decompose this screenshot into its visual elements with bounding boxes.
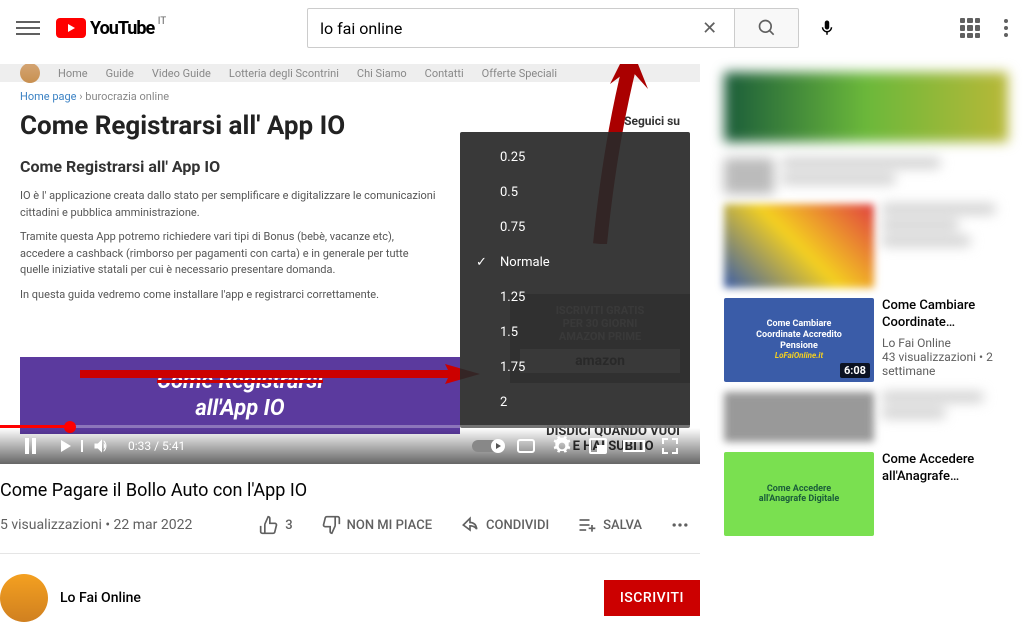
captions-icon [516, 436, 536, 456]
speed-option[interactable]: 0.25 [460, 140, 690, 175]
arrow-right-annotation [80, 364, 480, 384]
dislike-button[interactable]: NON MI PIACE [311, 509, 442, 541]
sidebar: Come Cambiare Coordinate Accredito Pensi… [724, 64, 1008, 634]
save-button[interactable]: SALVA [567, 509, 652, 541]
microphone-icon [818, 19, 836, 37]
next-button[interactable] [48, 428, 84, 464]
speed-option[interactable]: 0.5 [460, 175, 690, 210]
video-duration: 6:08 [840, 363, 870, 378]
more-horizontal-icon [670, 515, 690, 535]
channel-row: Lo Fai Online ISCRIVITI [0, 562, 700, 634]
speed-option[interactable]: 2 [460, 385, 690, 420]
clear-search-button[interactable]: ✕ [702, 18, 722, 38]
speed-option[interactable]: 0.75 [460, 210, 690, 245]
like-button[interactable]: 3 [249, 509, 302, 541]
sidebar-video-title: Come Cambiare Coordinate Pagamento Pensi… [882, 298, 1008, 332]
region-code: IT [158, 16, 167, 27]
volume-icon [92, 436, 112, 456]
share-button[interactable]: CONDIVIDI [450, 509, 559, 541]
logo-text: YouTube [90, 18, 154, 39]
article-paragraph: Tramite questa App potremo richiedere va… [0, 225, 460, 283]
header: YouTube IT ✕ [0, 0, 1024, 56]
sidebar-video-channel: Lo Fai Online [882, 336, 1008, 350]
apps-button[interactable] [960, 18, 980, 38]
sidebar-video[interactable]: Come Accedere all'Anagrafe Digitale Come… [724, 452, 1008, 536]
thumbs-down-icon [321, 515, 341, 535]
sidebar-video-title: Come Accedere all'Anagrafe Nazionale Dig… [882, 452, 1008, 486]
thumbs-up-icon [259, 515, 279, 535]
fullscreen-button[interactable] [652, 428, 688, 464]
share-icon [460, 515, 480, 535]
speed-option[interactable]: 1.5 [460, 315, 690, 350]
speed-option[interactable]: 1.75 [460, 350, 690, 385]
sidebar-video-meta: 43 visualizzazioni • 2 settimane [882, 350, 1008, 378]
more-actions-button[interactable] [660, 509, 700, 541]
video-thumbnail [724, 392, 874, 442]
autoplay-icon [472, 438, 508, 454]
time-display: 0:33 / 5:41 [128, 439, 185, 453]
channel-name[interactable]: Lo Fai Online [60, 590, 141, 606]
video-player[interactable]: Home Guide Video Guide Lotteria degli Sc… [0, 64, 700, 464]
video-info: Come Pagare il Bollo Auto con l'App IO 5… [0, 464, 700, 562]
sidebar-ad[interactable] [724, 72, 1008, 142]
captions-button[interactable] [508, 428, 544, 464]
search-button[interactable] [735, 8, 799, 48]
youtube-play-icon [56, 18, 86, 38]
video-thumbnail [724, 204, 874, 288]
site-logo-icon [20, 64, 40, 83]
theater-icon [622, 436, 646, 456]
more-options-button[interactable] [1004, 19, 1008, 37]
gear-icon [552, 436, 572, 456]
volume-button[interactable] [84, 428, 120, 464]
pause-button[interactable] [12, 428, 48, 464]
video-meta: 5 visualizzazioni • 22 mar 2022 [0, 517, 192, 533]
search-input[interactable] [320, 19, 702, 38]
menu-button[interactable] [16, 16, 40, 40]
speed-option-selected[interactable]: Normale [460, 245, 690, 280]
playback-speed-menu: 0.25 0.5 0.75 Normale 1.25 1.5 1.75 2 [460, 132, 690, 428]
channel-avatar[interactable] [0, 574, 48, 622]
sidebar-video[interactable] [724, 392, 1008, 442]
sidebar-item[interactable] [724, 158, 1008, 194]
search-icon [757, 18, 777, 38]
sidebar-video[interactable]: Come Cambiare Coordinate Accredito Pensi… [724, 298, 1008, 382]
search-box[interactable]: ✕ [307, 8, 735, 48]
speed-option[interactable]: 1.25 [460, 280, 690, 315]
fullscreen-icon [660, 436, 680, 456]
youtube-logo[interactable]: YouTube IT [56, 18, 154, 39]
settings-button[interactable] [544, 428, 580, 464]
video-thumbnail: Come Accedere all'Anagrafe Digitale [724, 452, 874, 536]
video-thumbnail: Come Cambiare Coordinate Accredito Pensi… [724, 298, 874, 382]
player-controls: 0:33 / 5:41 [0, 428, 700, 464]
miniplayer-icon [588, 436, 608, 456]
voice-search-button[interactable] [807, 8, 847, 48]
article-paragraph: IO è l' applicazione creata dallo stato … [0, 184, 460, 225]
video-title: Come Pagare il Bollo Auto con l'App IO [0, 480, 700, 501]
article-paragraph: In questa guida vedremo come installare … [0, 283, 460, 308]
sidebar-video[interactable] [724, 204, 1008, 288]
miniplayer-button[interactable] [580, 428, 616, 464]
theater-button[interactable] [616, 428, 652, 464]
playlist-add-icon [577, 515, 597, 535]
autoplay-toggle[interactable] [472, 428, 508, 464]
subscribe-button[interactable]: ISCRIVITI [604, 580, 700, 616]
